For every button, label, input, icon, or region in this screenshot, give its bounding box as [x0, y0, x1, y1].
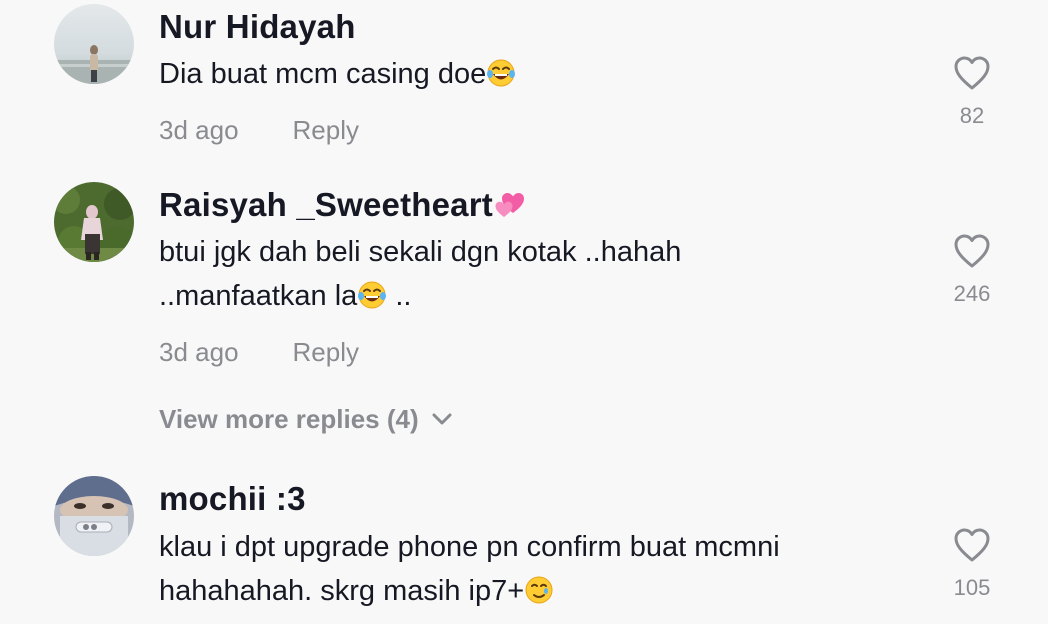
comment-text-line: hahahahah. skrg masih ip7+ [159, 569, 859, 613]
comment-text-segment: .. [387, 280, 412, 312]
tears-of-joy-emoji [486, 58, 516, 88]
two-hearts-emoji [493, 187, 527, 219]
heart-outline-icon [954, 234, 990, 268]
comment-text-line: klau i dpt upgrade phone pn confirm buat… [159, 531, 780, 563]
comment-text-line: ..manfaatkan la .. [159, 274, 859, 318]
comment-text: Dia buat mcm casing doe [159, 52, 859, 96]
comment-meta: 3d ago Reply [159, 337, 359, 368]
like-count: 246 [953, 281, 991, 306]
reply-button[interactable]: Reply [293, 115, 359, 145]
comment-time: 3d ago [159, 337, 239, 367]
view-more-replies-button[interactable]: View more replies (4) [159, 404, 453, 435]
avatar[interactable] [54, 476, 134, 556]
comment-time: 3d ago [159, 115, 239, 145]
view-more-replies-label: View more replies (4) [159, 404, 419, 434]
like-button[interactable]: 105 [938, 527, 1006, 601]
comment-list: Nur Hidayah Dia buat mcm casing doe 3d a… [0, 0, 1048, 624]
avatar[interactable] [54, 182, 134, 262]
comment-username[interactable]: Raisyah _Sweetheart [159, 186, 527, 224]
comment-text-segment: ..manfaatkan la [159, 280, 358, 312]
reply-button[interactable]: Reply [293, 337, 359, 367]
comment-text-segment: hahahahah. skrg masih ip7+ [159, 575, 525, 607]
comment-username-text: Raisyah _Sweetheart [159, 186, 493, 223]
comment-meta: 3d ago Reply [159, 115, 359, 146]
comment-text: btui jgk dah beli sekali dgn kotak ..hah… [159, 230, 859, 318]
comment-text-line: btui jgk dah beli sekali dgn kotak ..hah… [159, 236, 682, 268]
heart-outline-icon [954, 528, 990, 562]
like-count: 82 [959, 103, 985, 128]
like-button[interactable]: 82 [938, 55, 1006, 129]
comment-text-content: Dia buat mcm casing doe [159, 58, 487, 90]
like-count: 105 [953, 575, 991, 600]
comment-username[interactable]: mochii :3 [159, 480, 306, 518]
avatar[interactable] [54, 4, 134, 84]
comment-text: klau i dpt upgrade phone pn confirm buat… [159, 525, 859, 613]
like-button[interactable]: 246 [938, 233, 1006, 307]
heart-outline-icon [954, 56, 990, 90]
smiling-with-tear-emoji [524, 575, 554, 605]
chevron-down-icon [432, 413, 452, 425]
comment-username[interactable]: Nur Hidayah [159, 8, 356, 46]
tears-of-joy-emoji [357, 280, 387, 310]
